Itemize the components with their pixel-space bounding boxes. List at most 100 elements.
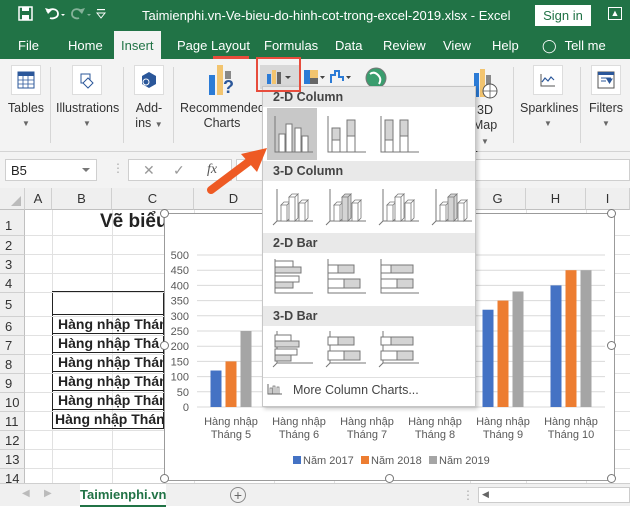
redo-icon[interactable] bbox=[70, 6, 92, 25]
column-header-c[interactable]: C bbox=[112, 188, 194, 210]
resize-handle[interactable] bbox=[607, 341, 616, 350]
3d-stacked-bar-option[interactable] bbox=[320, 327, 370, 371]
sparklines-button[interactable]: Sparklines ▼ bbox=[520, 65, 579, 131]
sheet-tab[interactable]: Taimienphi.vn bbox=[80, 484, 166, 507]
column-header-h[interactable]: H bbox=[526, 188, 586, 210]
name-box[interactable]: B5 bbox=[5, 159, 97, 181]
clustered-bar-option[interactable] bbox=[267, 255, 317, 299]
row-header-7[interactable]: 7 bbox=[0, 336, 25, 355]
tell-me-search[interactable]: ◯ Tell me bbox=[542, 38, 606, 54]
resize-handle[interactable] bbox=[385, 474, 394, 483]
header-cell-b5[interactable] bbox=[52, 291, 164, 315]
row-label-cell[interactable]: Hàng nhập Thá bbox=[52, 334, 164, 353]
filters-button[interactable]: Filters ▼ bbox=[587, 65, 625, 131]
3d-column-option[interactable] bbox=[426, 183, 476, 227]
add-ins-label-2: ins bbox=[135, 116, 152, 130]
tab-page-layout[interactable]: Page Layout bbox=[177, 38, 250, 53]
x-tick-label: Tháng 5 bbox=[211, 429, 251, 441]
row-header-11[interactable]: 11 bbox=[0, 412, 25, 431]
add-sheet-button[interactable]: + bbox=[230, 487, 246, 503]
resize-handle[interactable] bbox=[160, 209, 169, 218]
resize-handle[interactable] bbox=[607, 209, 616, 218]
tab-file[interactable]: File bbox=[18, 38, 39, 53]
tables-button[interactable]: Tables ▼ bbox=[6, 65, 46, 131]
column-chart-gallery: 2-D Column 3-D Column 2-D Bar 3-D Bar Mo… bbox=[262, 86, 476, 407]
3d-clustered-bar-option[interactable] bbox=[267, 327, 317, 371]
3d-stacked-column-option[interactable] bbox=[320, 183, 370, 227]
row-label-cell[interactable]: Hàng nhập Thán bbox=[52, 315, 164, 334]
sign-in-button[interactable]: Sign in bbox=[535, 5, 591, 26]
chevron-down-icon bbox=[82, 168, 90, 172]
scroll-right-icon[interactable]: ▶ bbox=[44, 488, 52, 499]
3d-100-stacked-bar-option[interactable] bbox=[373, 327, 423, 371]
column-header-i[interactable]: I bbox=[586, 188, 630, 210]
row-header-10[interactable]: 10 bbox=[0, 393, 25, 412]
column-header-b[interactable]: B bbox=[52, 188, 112, 210]
tab-home[interactable]: Home bbox=[68, 38, 103, 53]
bar-năm-2018 bbox=[497, 300, 509, 407]
tab-insert[interactable]: Insert bbox=[114, 31, 161, 59]
column-header-g[interactable]: G bbox=[470, 188, 526, 210]
stacked-bar-option[interactable] bbox=[320, 255, 370, 299]
select-all-corner[interactable] bbox=[0, 188, 25, 210]
customize-qat-icon[interactable] bbox=[95, 6, 107, 25]
resize-handle[interactable] bbox=[607, 474, 616, 483]
window-title: Taimienphi.vn-Ve-bieu-do-hinh-cot-trong-… bbox=[142, 8, 511, 23]
sparklines-label: Sparklines bbox=[520, 101, 579, 115]
row-header-6[interactable]: 6 bbox=[0, 317, 25, 336]
sheet-title-cell[interactable]: Vẽ biểu bbox=[100, 211, 168, 233]
row-header-2[interactable]: 2 bbox=[0, 236, 25, 255]
bar-năm-2017 bbox=[550, 285, 562, 407]
row-label-cell[interactable]: Hàng nhập Thán bbox=[52, 372, 164, 391]
recommended-charts-button[interactable]: ? Recommended Charts bbox=[180, 61, 265, 131]
legend-swatch bbox=[293, 456, 301, 464]
row-header-14[interactable]: 14 bbox=[0, 469, 25, 483]
row-header-4[interactable]: 4 bbox=[0, 274, 25, 293]
enter-icon[interactable]: ✓ bbox=[173, 162, 185, 179]
row-label-cell[interactable]: Hàng nhập Thán bbox=[52, 353, 164, 372]
stacked-column-option[interactable] bbox=[320, 108, 370, 160]
more-column-charts-link[interactable]: More Column Charts... bbox=[267, 383, 419, 398]
tab-view[interactable]: View bbox=[443, 38, 471, 53]
scroll-left-arrow-icon[interactable]: ◀ bbox=[482, 489, 489, 500]
recommended-charts-label-2: Charts bbox=[203, 116, 241, 130]
tab-formulas[interactable]: Formulas bbox=[264, 38, 318, 53]
x-tick-label: Tháng 8 bbox=[415, 429, 455, 441]
tab-review[interactable]: Review bbox=[383, 38, 426, 53]
splitter-icon[interactable]: ⋮ bbox=[462, 488, 474, 502]
table-icon bbox=[11, 65, 41, 95]
row-header-8[interactable]: 8 bbox=[0, 355, 25, 374]
resize-handle[interactable] bbox=[160, 474, 169, 483]
undo-icon[interactable] bbox=[44, 6, 66, 25]
row-header-13[interactable]: 13 bbox=[0, 450, 25, 469]
resize-handle[interactable] bbox=[160, 341, 169, 350]
column-header-a[interactable]: A bbox=[25, 188, 52, 210]
row-header-12[interactable]: 12 bbox=[0, 431, 25, 450]
tab-data[interactable]: Data bbox=[335, 38, 362, 53]
horizontal-scrollbar[interactable]: ◀ bbox=[478, 487, 630, 503]
row-header-3[interactable]: 3 bbox=[0, 255, 25, 274]
y-tick-label: 0 bbox=[183, 402, 189, 414]
row-header-5[interactable]: 5 bbox=[0, 293, 25, 317]
add-ins-button[interactable]: Add- ins ▼ bbox=[131, 65, 167, 132]
row-label-cell[interactable]: Hàng nhập Thán bbox=[52, 410, 164, 429]
divider bbox=[263, 377, 475, 378]
scroll-left-icon[interactable]: ◀ bbox=[22, 488, 30, 499]
x-tick-label: Tháng 6 bbox=[279, 429, 319, 441]
illustrations-button[interactable]: Illustrations ▼ bbox=[56, 65, 119, 131]
recommended-charts-label-1: Recommended bbox=[180, 101, 265, 115]
row-label-cell[interactable]: Hàng nhập Thán bbox=[52, 391, 164, 410]
x-tick-label: Tháng 7 bbox=[347, 429, 387, 441]
ribbon-display-options-icon[interactable]: ▲ bbox=[608, 7, 622, 20]
svg-text:?: ? bbox=[223, 77, 234, 97]
cancel-icon[interactable]: ✕ bbox=[143, 162, 155, 179]
y-tick-label: 400 bbox=[171, 280, 189, 292]
y-tick-label: 350 bbox=[171, 296, 189, 308]
save-icon[interactable] bbox=[18, 6, 33, 25]
3d-100-stacked-column-option[interactable] bbox=[373, 183, 423, 227]
tab-help[interactable]: Help bbox=[492, 38, 519, 53]
row-header-1[interactable]: 1 bbox=[0, 210, 25, 236]
100-stacked-bar-option[interactable] bbox=[373, 255, 423, 299]
100-stacked-column-option[interactable] bbox=[373, 108, 423, 160]
row-header-9[interactable]: 9 bbox=[0, 374, 25, 393]
